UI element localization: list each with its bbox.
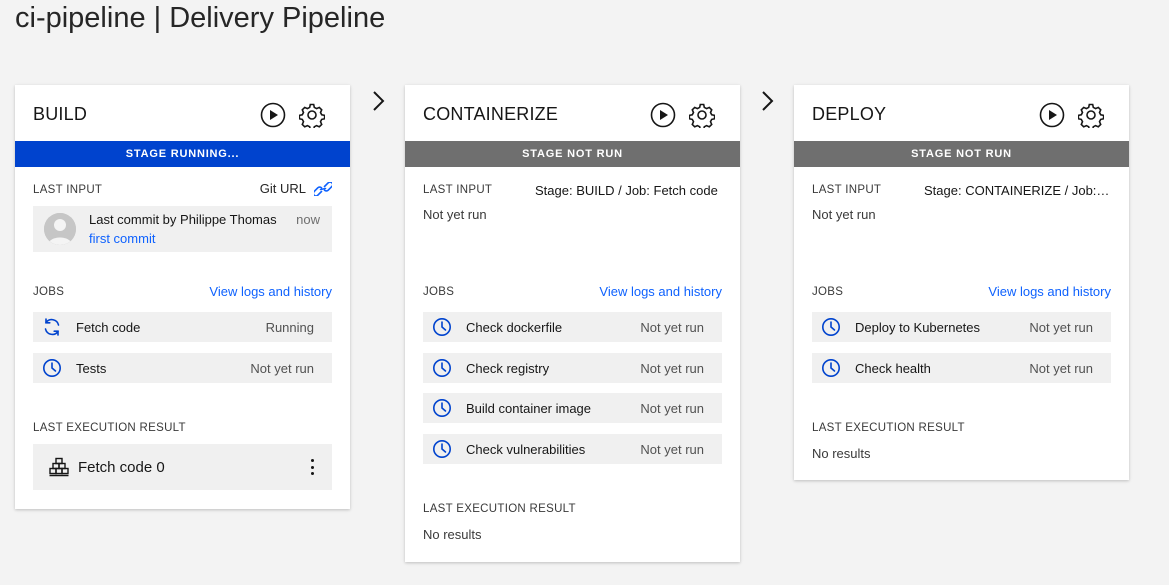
stage-card-containerize: CONTAINERIZE STAGE NOT RUN LAST INPUT St… <box>405 85 740 562</box>
run-stage-button[interactable] <box>649 101 677 129</box>
gear-icon <box>689 103 715 128</box>
clock-icon <box>822 359 840 377</box>
last-execution-result-label: LAST EXECUTION RESULT <box>812 422 965 434</box>
kebab-dot <box>310 459 314 462</box>
job-name: Tests <box>76 361 107 376</box>
commit-author: Last commit by Philippe Thomas <box>89 212 277 227</box>
view-logs-link[interactable]: View logs and history <box>599 284 722 299</box>
job-name: Check health <box>855 361 931 376</box>
last-input-label: LAST INPUT <box>33 184 103 196</box>
jobs-label: JOBS <box>33 286 65 298</box>
stage-header: CONTAINERIZE <box>405 85 740 141</box>
job-name: Deploy to Kubernetes <box>855 320 981 335</box>
job-status: Not yet run <box>640 320 704 335</box>
execution-result-empty: No results <box>423 527 482 542</box>
run-stage-button[interactable] <box>259 101 287 129</box>
avatar <box>44 213 76 245</box>
user-avatar-icon <box>44 213 76 245</box>
sync-icon <box>44 318 60 336</box>
execution-result-empty: No results <box>812 446 871 461</box>
job-status: Running <box>265 320 314 335</box>
job-status: Not yet run <box>640 401 704 416</box>
clock-icon <box>433 440 451 458</box>
clock-icon <box>43 359 61 377</box>
git-url-label: Git URL <box>259 181 306 196</box>
stage-header: DEPLOY <box>794 85 1129 141</box>
page-title: ci-pipeline | Delivery Pipeline <box>15 2 386 34</box>
link-icon <box>314 181 332 196</box>
stage-status-bar: STAGE RUNNING... <box>15 141 350 167</box>
last-input-label: LAST INPUT <box>812 184 882 196</box>
jobs-label: JOBS <box>423 286 455 298</box>
job-name: Check vulnerabilities <box>466 442 586 457</box>
execution-result-name: Fetch code 0 <box>78 459 165 476</box>
stage-settings-button[interactable] <box>1077 101 1105 129</box>
last-input-label: LAST INPUT <box>423 184 493 196</box>
run-stage-button[interactable] <box>1038 101 1066 129</box>
job-name: Check registry <box>466 361 550 376</box>
stage-name: DEPLOY <box>812 104 887 124</box>
job-row[interactable]: Check registry Not yet run <box>423 353 722 383</box>
job-row[interactable]: Tests Not yet run <box>33 353 332 383</box>
job-status: Not yet run <box>1029 320 1093 335</box>
commit-time: now <box>296 212 320 227</box>
job-name: Build container image <box>466 401 592 416</box>
last-input-note: Not yet run <box>812 207 876 222</box>
stage-header: BUILD <box>15 85 350 141</box>
chevron-right-icon <box>762 91 774 111</box>
last-execution-result-label: LAST EXECUTION RESULT <box>423 503 576 515</box>
kebab-dot <box>310 465 314 469</box>
clock-icon <box>433 318 451 336</box>
play-icon <box>1039 102 1065 128</box>
last-input-note: Not yet run <box>423 207 487 222</box>
job-status: Not yet run <box>640 442 704 457</box>
commit-message-link[interactable]: first commit <box>89 231 155 246</box>
stage-name: CONTAINERIZE <box>423 104 559 124</box>
job-name: Check dockerfile <box>466 320 563 335</box>
stage-settings-button[interactable] <box>688 101 716 129</box>
job-status: Not yet run <box>640 361 704 376</box>
play-icon <box>260 102 286 128</box>
last-input-summary: Stage: BUILD / Job: Fetch code <box>535 183 718 198</box>
chevron-right-icon <box>373 91 385 111</box>
clock-icon <box>433 399 451 417</box>
git-url-link[interactable]: Git URL <box>260 181 332 196</box>
job-row[interactable]: Check vulnerabilities Not yet run <box>423 434 722 464</box>
stage-status-bar: STAGE NOT RUN <box>405 141 740 167</box>
job-row[interactable]: Fetch code Running <box>33 312 332 342</box>
gear-icon <box>1078 103 1104 128</box>
job-status: Not yet run <box>250 361 314 376</box>
stage-status-bar: STAGE NOT RUN <box>794 141 1129 167</box>
stage-settings-button[interactable] <box>298 101 326 129</box>
last-commit-card: Last commit by Philippe Thomas now first… <box>33 206 332 252</box>
job-row[interactable]: Check health Not yet run <box>812 353 1111 383</box>
view-logs-link[interactable]: View logs and history <box>209 284 332 299</box>
execution-result-card[interactable]: Fetch code 0 <box>33 444 332 490</box>
play-icon <box>650 102 676 128</box>
last-execution-result-label: LAST EXECUTION RESULT <box>33 422 186 434</box>
job-row[interactable]: Build container image Not yet run <box>423 393 722 423</box>
job-row[interactable]: Deploy to Kubernetes Not yet run <box>812 312 1111 342</box>
clock-icon <box>433 359 451 377</box>
clock-icon <box>822 318 840 336</box>
stage-name: BUILD <box>33 104 88 124</box>
overflow-menu-button[interactable] <box>304 456 320 478</box>
view-logs-link[interactable]: View logs and history <box>988 284 1111 299</box>
stage-card-deploy: DEPLOY STAGE NOT RUN LAST INPUT Stage: C… <box>794 85 1129 480</box>
jobs-label: JOBS <box>812 286 844 298</box>
stage-card-build: BUILD STAGE RUNNING... LAST INPUT Git UR… <box>15 85 350 509</box>
build-blocks-icon <box>49 457 69 477</box>
job-name: Fetch code <box>76 320 141 335</box>
kebab-dot <box>310 472 314 475</box>
job-row[interactable]: Check dockerfile Not yet run <box>423 312 722 342</box>
gear-icon <box>299 103 325 128</box>
last-input-summary: Stage: CONTAINERIZE / Job: Build contain… <box>924 183 1111 198</box>
job-status: Not yet run <box>1029 361 1093 376</box>
